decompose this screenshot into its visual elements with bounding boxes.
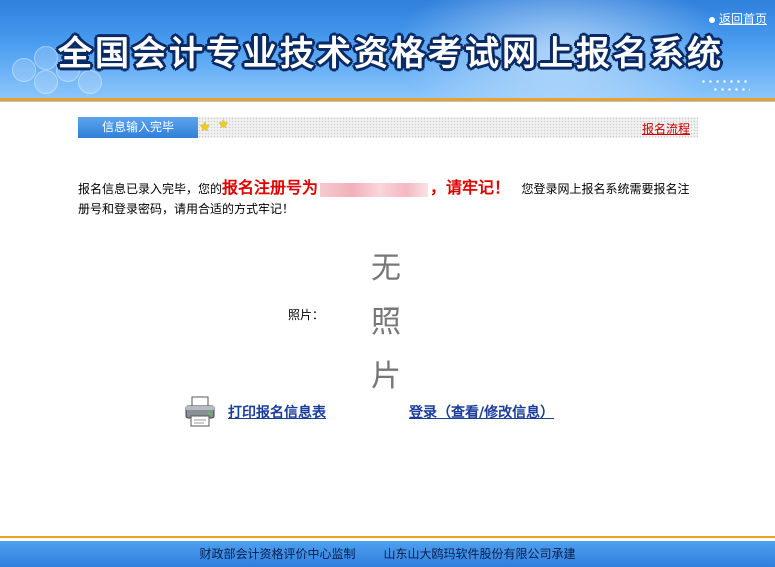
footer: 财政部会计资格评价中心监制 山东山大鸥玛软件股份有限公司承建 <box>0 541 775 567</box>
no-photo-char: 片 <box>371 359 401 394</box>
current-step-tab: 信息输入完毕 <box>78 117 198 138</box>
remember-notice: ，请牢记！ <box>430 178 511 197</box>
bullet-icon <box>708 16 715 23</box>
banner-decoration <box>712 88 750 91</box>
banner-decoration <box>34 70 58 94</box>
header-divider-thin <box>0 101 775 102</box>
home-link-label: 返回首页 <box>718 12 767 26</box>
registration-message: 报名信息已录入完毕，您的报名注册号为 ，请牢记！ 您登录网上报名系统需要报名注册号… <box>78 178 698 219</box>
photo-label: 照片： <box>288 308 325 322</box>
registration-number-redacted <box>320 182 429 197</box>
message-text-before: 报名信息已录入完毕，您的 <box>78 182 223 196</box>
star-icon: ★ <box>199 120 211 135</box>
registration-number-label: 报名注册号为 <box>222 178 319 197</box>
star-icon: ★ <box>218 117 229 131</box>
banner-decoration <box>34 46 58 70</box>
footer-developer: 山东山大鸥玛软件股份有限公司承建 <box>383 547 576 561</box>
footer-supervisor: 财政部会计资格评价中心监制 <box>199 547 356 561</box>
print-registration-form-link[interactable]: 打印报名信息表 <box>228 402 326 422</box>
no-photo-char: 照 <box>371 305 401 340</box>
banner-decoration <box>12 58 36 82</box>
footer-divider <box>0 536 775 538</box>
no-photo-placeholder: 无 照 片 <box>366 242 406 404</box>
registration-flow-link[interactable]: 报名流程 <box>642 120 690 137</box>
no-photo-char: 无 <box>371 251 401 286</box>
step-bar: 信息输入完毕 ★ ★ 报名流程 <box>78 117 698 138</box>
home-link[interactable]: 返回首页 <box>708 10 767 27</box>
banner-decoration <box>700 80 750 83</box>
header-banner: 全国会计专业技术资格考试网上报名系统 返回首页 <box>0 0 775 98</box>
printer-icon[interactable] <box>183 394 217 428</box>
login-view-edit-link[interactable]: 登录（查看/修改信息） <box>409 402 554 422</box>
page-title: 全国会计专业技术资格考试网上报名系统 <box>58 34 724 74</box>
